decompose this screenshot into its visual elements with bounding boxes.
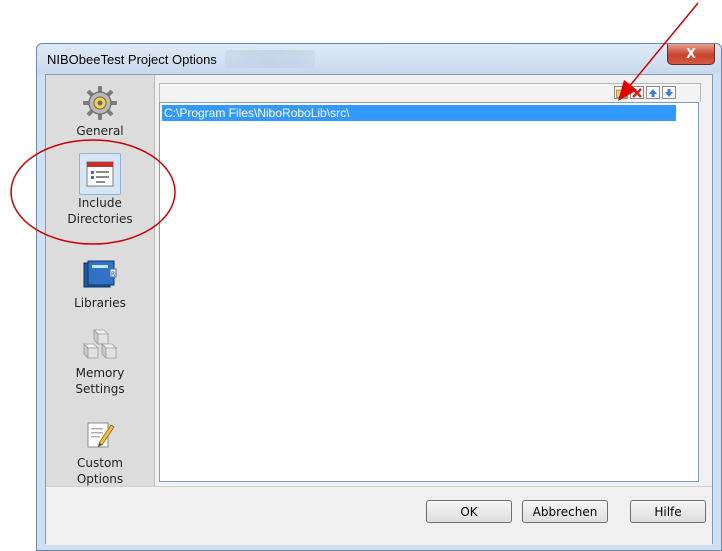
delete-icon <box>632 87 642 98</box>
libraries-icon: R <box>80 255 120 295</box>
close-button[interactable]: X <box>667 44 715 65</box>
sidebar-item-memory-settings[interactable]: Memory Settings <box>46 325 154 397</box>
sidebar-item-label: Memory Settings <box>75 366 125 396</box>
notepad-pencil-icon <box>80 415 120 455</box>
sidebar-item-label: General <box>76 124 124 138</box>
list-item[interactable]: C:\Program Files\NiboRoboLib\src\ <box>162 105 676 121</box>
sidebar-item-label: Custom Options <box>76 456 124 486</box>
new-folder-icon <box>615 89 627 98</box>
move-down-icon <box>665 88 673 97</box>
ok-button[interactable]: OK <box>426 500 512 523</box>
sidebar-item-include-directories[interactable]: Include Directories <box>46 153 154 227</box>
sidebar-item-label: Libraries <box>74 296 126 310</box>
close-icon: X <box>685 46 697 62</box>
sidebar-item-libraries[interactable]: R Libraries <box>46 255 154 311</box>
svg-text:R: R <box>111 271 115 278</box>
move-up-icon <box>649 88 657 97</box>
sidebar-item-custom-options[interactable]: Custom Options <box>46 415 154 487</box>
move-down-button[interactable] <box>662 86 676 99</box>
new-folder-button[interactable] <box>614 86 628 99</box>
sidebar-item-label: Include Directories <box>67 196 133 226</box>
help-button[interactable]: Hilfe <box>630 500 706 523</box>
options-sidebar: General Include Directories R Libraries … <box>46 75 155 486</box>
dialog-button-bar: OK Abbrechen Hilfe <box>46 486 712 545</box>
gear-icon <box>80 83 120 123</box>
delete-button[interactable] <box>630 86 644 99</box>
cancel-button[interactable]: Abbrechen <box>522 500 608 523</box>
list-toolbar <box>159 83 701 102</box>
project-options-window: NIBObeeTest Project Options X General In… <box>36 43 722 551</box>
window-title: NIBObeeTest Project Options <box>47 52 217 67</box>
sidebar-item-general[interactable]: General <box>46 83 154 139</box>
title-bar-ghost-icons <box>225 50 315 68</box>
dialog-client-area: General Include Directories R Libraries … <box>45 74 713 545</box>
title-bar[interactable]: NIBObeeTest Project Options X <box>37 44 721 74</box>
directory-list[interactable]: C:\Program Files\NiboRoboLib\src\ <box>159 102 699 482</box>
memory-blocks-icon <box>80 325 120 365</box>
move-up-button[interactable] <box>646 86 660 99</box>
include-directories-icon <box>79 153 121 195</box>
include-directories-panel: C:\Program Files\NiboRoboLib\src\ <box>159 83 701 483</box>
